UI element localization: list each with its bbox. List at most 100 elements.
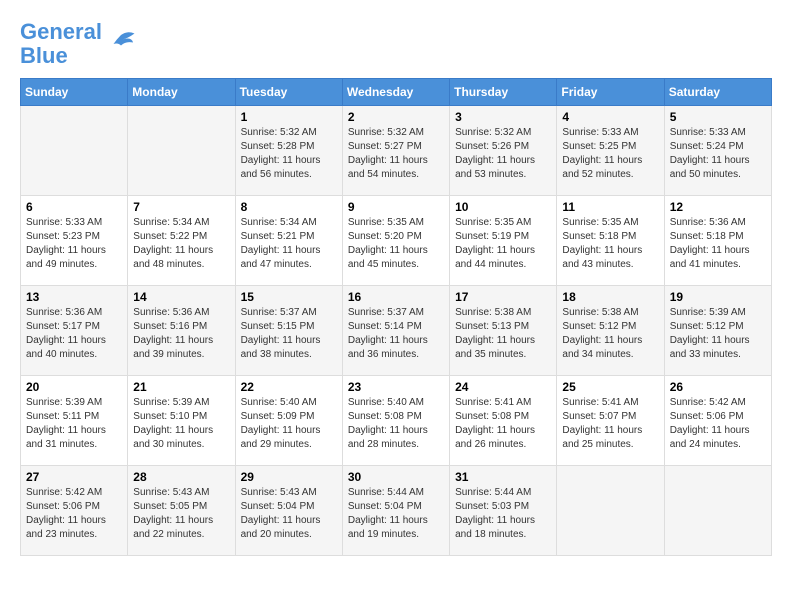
day-cell: 10 Sunrise: 5:35 AM Sunset: 5:19 PM Dayli… xyxy=(450,196,557,286)
day-cell: 22 Sunrise: 5:40 AM Sunset: 5:09 PM Dayli… xyxy=(235,376,342,466)
day-info: Sunrise: 5:39 AM Sunset: 5:11 PM Dayligh… xyxy=(26,396,122,452)
day-cell: 6 Sunrise: 5:33 AM Sunset: 5:23 PM Daylig… xyxy=(21,196,128,286)
day-info: Sunrise: 5:33 AM Sunset: 5:24 PM Dayligh… xyxy=(670,126,766,182)
day-info: Sunrise: 5:36 AM Sunset: 5:17 PM Dayligh… xyxy=(26,306,122,362)
day-info: Sunrise: 5:43 AM Sunset: 5:05 PM Dayligh… xyxy=(133,486,229,542)
day-number: 4 xyxy=(562,110,658,124)
day-cell: 19Sunrise: 5:39 AM Sunset: 5:12 PM Dayli… xyxy=(664,286,771,376)
day-cell xyxy=(664,466,771,556)
day-info: Sunrise: 5:35 AM Sunset: 5:18 PM Dayligh… xyxy=(562,216,658,272)
day-cell: 31Sunrise: 5:44 AM Sunset: 5:03 PM Dayli… xyxy=(450,466,557,556)
day-number: 25 xyxy=(562,380,658,394)
day-cell: 3 Sunrise: 5:32 AM Sunset: 5:26 PM Daylig… xyxy=(450,106,557,196)
day-info: Sunrise: 5:34 AM Sunset: 5:22 PM Dayligh… xyxy=(133,216,229,272)
day-cell: 16 Sunrise: 5:37 AM Sunset: 5:14 PM Dayli… xyxy=(342,286,449,376)
day-info: Sunrise: 5:40 AM Sunset: 5:09 PM Dayligh… xyxy=(241,396,337,452)
logo-bird-icon xyxy=(106,29,136,59)
day-info: Sunrise: 5:32 AM Sunset: 5:28 PM Dayligh… xyxy=(241,126,337,182)
day-info: Sunrise: 5:32 AM Sunset: 5:26 PM Dayligh… xyxy=(455,126,551,182)
day-cell: 24 Sunrise: 5:41 AM Sunset: 5:08 PM Dayli… xyxy=(450,376,557,466)
day-cell xyxy=(557,466,664,556)
weekday-header-sunday: Sunday xyxy=(21,79,128,106)
day-cell: 2Sunrise: 5:32 AM Sunset: 5:27 PM Daylig… xyxy=(342,106,449,196)
day-info: Sunrise: 5:37 AM Sunset: 5:14 PM Dayligh… xyxy=(348,306,444,362)
day-cell: 20 Sunrise: 5:39 AM Sunset: 5:11 PM Dayli… xyxy=(21,376,128,466)
day-number: 11 xyxy=(562,200,658,214)
day-info: Sunrise: 5:35 AM Sunset: 5:19 PM Dayligh… xyxy=(455,216,551,272)
day-number: 7 xyxy=(133,200,229,214)
day-info: Sunrise: 5:41 AM Sunset: 5:08 PM Dayligh… xyxy=(455,396,551,452)
day-number: 22 xyxy=(241,380,337,394)
logo: General Blue xyxy=(20,20,136,68)
day-info: Sunrise: 5:36 AM Sunset: 5:18 PM Dayligh… xyxy=(670,216,766,272)
day-number: 15 xyxy=(241,290,337,304)
day-cell: 26 Sunrise: 5:42 AM Sunset: 5:06 PM Dayli… xyxy=(664,376,771,466)
day-cell: 4 Sunrise: 5:33 AM Sunset: 5:25 PM Daylig… xyxy=(557,106,664,196)
day-info: Sunrise: 5:40 AM Sunset: 5:08 PM Dayligh… xyxy=(348,396,444,452)
day-number: 12 xyxy=(670,200,766,214)
day-info: Sunrise: 5:36 AM Sunset: 5:16 PM Dayligh… xyxy=(133,306,229,362)
day-cell: 1 Sunrise: 5:32 AM Sunset: 5:28 PM Daylig… xyxy=(235,106,342,196)
day-cell: 15Sunrise: 5:37 AM Sunset: 5:15 PM Dayli… xyxy=(235,286,342,376)
day-number: 27 xyxy=(26,470,122,484)
week-row-4: 20 Sunrise: 5:39 AM Sunset: 5:11 PM Dayli… xyxy=(21,376,772,466)
day-number: 30 xyxy=(348,470,444,484)
page-header: General Blue xyxy=(20,20,772,68)
day-cell xyxy=(128,106,235,196)
day-cell: 5 Sunrise: 5:33 AM Sunset: 5:24 PM Daylig… xyxy=(664,106,771,196)
day-number: 24 xyxy=(455,380,551,394)
weekday-header-tuesday: Tuesday xyxy=(235,79,342,106)
day-number: 9 xyxy=(348,200,444,214)
day-number: 13 xyxy=(26,290,122,304)
day-number: 8 xyxy=(241,200,337,214)
weekday-header-monday: Monday xyxy=(128,79,235,106)
day-info: Sunrise: 5:33 AM Sunset: 5:23 PM Dayligh… xyxy=(26,216,122,272)
day-info: Sunrise: 5:33 AM Sunset: 5:25 PM Dayligh… xyxy=(562,126,658,182)
day-cell: 12 Sunrise: 5:36 AM Sunset: 5:18 PM Dayli… xyxy=(664,196,771,286)
day-cell: 28Sunrise: 5:43 AM Sunset: 5:05 PM Dayli… xyxy=(128,466,235,556)
day-number: 1 xyxy=(241,110,337,124)
day-number: 26 xyxy=(670,380,766,394)
logo-text: General Blue xyxy=(20,20,102,68)
day-cell: 23 Sunrise: 5:40 AM Sunset: 5:08 PM Dayli… xyxy=(342,376,449,466)
day-cell: 29 Sunrise: 5:43 AM Sunset: 5:04 PM Dayli… xyxy=(235,466,342,556)
day-number: 10 xyxy=(455,200,551,214)
week-row-3: 13 Sunrise: 5:36 AM Sunset: 5:17 PM Dayli… xyxy=(21,286,772,376)
day-cell: 25 Sunrise: 5:41 AM Sunset: 5:07 PM Dayli… xyxy=(557,376,664,466)
day-number: 5 xyxy=(670,110,766,124)
day-cell xyxy=(21,106,128,196)
day-cell: 11 Sunrise: 5:35 AM Sunset: 5:18 PM Dayli… xyxy=(557,196,664,286)
day-number: 29 xyxy=(241,470,337,484)
day-number: 20 xyxy=(26,380,122,394)
day-info: Sunrise: 5:42 AM Sunset: 5:06 PM Dayligh… xyxy=(670,396,766,452)
day-info: Sunrise: 5:43 AM Sunset: 5:04 PM Dayligh… xyxy=(241,486,337,542)
day-cell: 17 Sunrise: 5:38 AM Sunset: 5:13 PM Dayli… xyxy=(450,286,557,376)
weekday-header-row: SundayMondayTuesdayWednesdayThursdayFrid… xyxy=(21,79,772,106)
week-row-5: 27 Sunrise: 5:42 AM Sunset: 5:06 PM Dayli… xyxy=(21,466,772,556)
day-number: 23 xyxy=(348,380,444,394)
day-cell: 9Sunrise: 5:35 AM Sunset: 5:20 PM Daylig… xyxy=(342,196,449,286)
day-cell: 18Sunrise: 5:38 AM Sunset: 5:12 PM Dayli… xyxy=(557,286,664,376)
day-info: Sunrise: 5:41 AM Sunset: 5:07 PM Dayligh… xyxy=(562,396,658,452)
day-info: Sunrise: 5:39 AM Sunset: 5:10 PM Dayligh… xyxy=(133,396,229,452)
weekday-header-saturday: Saturday xyxy=(664,79,771,106)
weekday-header-wednesday: Wednesday xyxy=(342,79,449,106)
day-number: 16 xyxy=(348,290,444,304)
day-info: Sunrise: 5:38 AM Sunset: 5:12 PM Dayligh… xyxy=(562,306,658,362)
week-row-1: 1 Sunrise: 5:32 AM Sunset: 5:28 PM Daylig… xyxy=(21,106,772,196)
day-number: 31 xyxy=(455,470,551,484)
day-info: Sunrise: 5:42 AM Sunset: 5:06 PM Dayligh… xyxy=(26,486,122,542)
day-cell: 30 Sunrise: 5:44 AM Sunset: 5:04 PM Dayli… xyxy=(342,466,449,556)
day-info: Sunrise: 5:38 AM Sunset: 5:13 PM Dayligh… xyxy=(455,306,551,362)
day-number: 6 xyxy=(26,200,122,214)
day-info: Sunrise: 5:39 AM Sunset: 5:12 PM Dayligh… xyxy=(670,306,766,362)
day-cell: 8 Sunrise: 5:34 AM Sunset: 5:21 PM Daylig… xyxy=(235,196,342,286)
day-number: 3 xyxy=(455,110,551,124)
day-number: 17 xyxy=(455,290,551,304)
weekday-header-thursday: Thursday xyxy=(450,79,557,106)
day-info: Sunrise: 5:44 AM Sunset: 5:04 PM Dayligh… xyxy=(348,486,444,542)
day-info: Sunrise: 5:34 AM Sunset: 5:21 PM Dayligh… xyxy=(241,216,337,272)
day-cell: 21Sunrise: 5:39 AM Sunset: 5:10 PM Dayli… xyxy=(128,376,235,466)
day-cell: 14Sunrise: 5:36 AM Sunset: 5:16 PM Dayli… xyxy=(128,286,235,376)
calendar-table: SundayMondayTuesdayWednesdayThursdayFrid… xyxy=(20,78,772,556)
